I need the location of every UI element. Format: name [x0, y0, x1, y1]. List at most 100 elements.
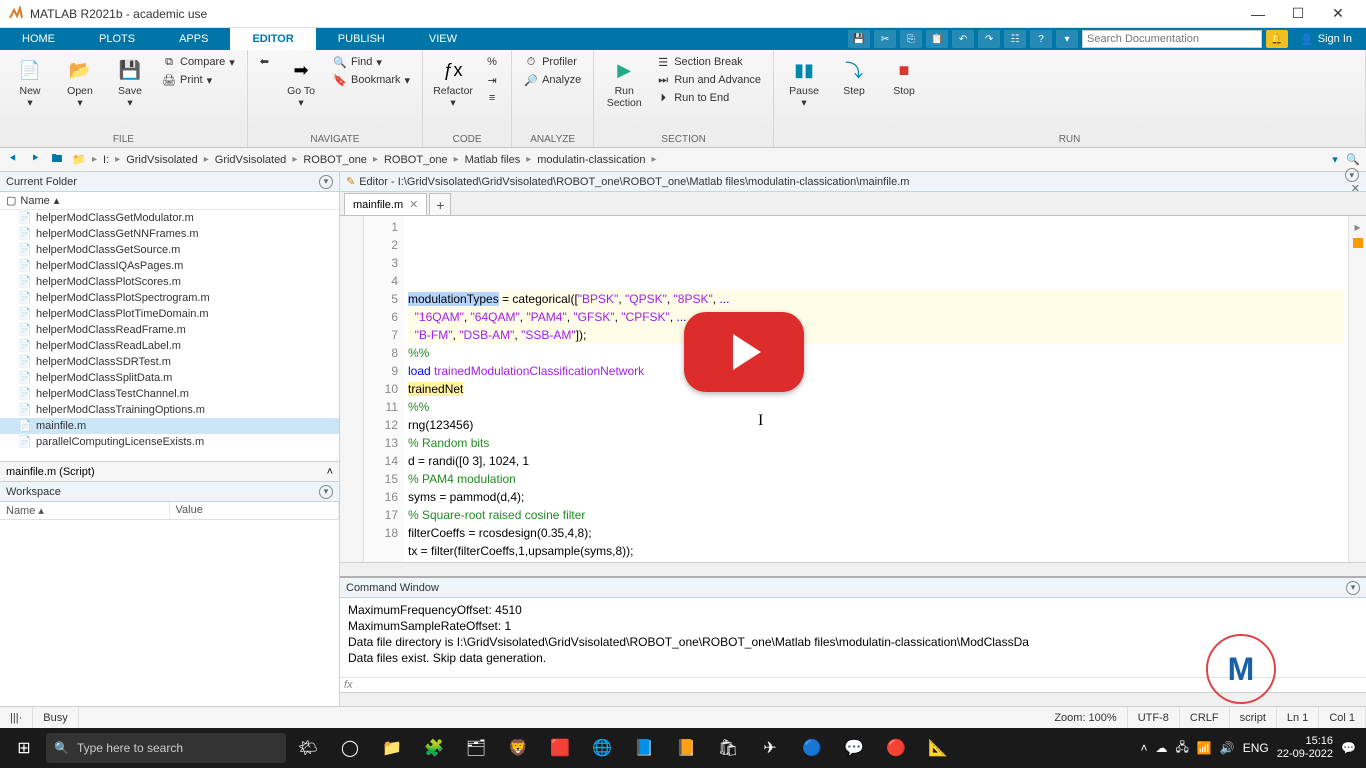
section-break-button[interactable]: ☰Section Break — [652, 54, 765, 70]
find-button[interactable]: 🔍Find ▾ — [329, 54, 414, 70]
file-row[interactable]: 📄parallelComputingLicenseExists.m — [0, 434, 339, 450]
taskbar-search[interactable]: 🔍Type here to search — [46, 733, 286, 763]
nav-back-button[interactable]: ⬅ — [256, 54, 273, 69]
print-button[interactable]: 🖨Print ▾ — [158, 72, 239, 88]
task-view-icon[interactable]: ◯ — [330, 728, 370, 768]
app-icon-1[interactable]: 🧩 — [414, 728, 454, 768]
tab-view[interactable]: VIEW — [407, 28, 479, 50]
workspace-menu-button[interactable]: ▾ — [319, 485, 333, 499]
fold-gutter[interactable] — [340, 216, 364, 562]
minimize-button[interactable]: — — [1238, 0, 1278, 28]
file-row[interactable]: 📄helperModClassReadLabel.m — [0, 338, 339, 354]
app-icon-3[interactable]: 🟥 — [540, 728, 580, 768]
qat-undo-icon[interactable]: ↶ — [952, 30, 974, 48]
qat-cut-icon[interactable]: ✂ — [874, 30, 896, 48]
run-advance-button[interactable]: ⏭Run and Advance — [652, 72, 765, 88]
wifi-icon[interactable]: 📶 — [1197, 741, 1212, 755]
file-row[interactable]: 📄helperModClassTestChannel.m — [0, 386, 339, 402]
code-analyzer-strip[interactable]: ▸ — [1348, 216, 1366, 562]
editor-tab-mainfile[interactable]: mainfile.m✕ — [344, 193, 427, 215]
file-row[interactable]: 📄mainfile.m — [0, 418, 339, 434]
qat-help-icon[interactable]: ? — [1030, 30, 1052, 48]
start-button[interactable]: ⊞ — [4, 728, 44, 768]
path-back-button[interactable]: ⯇ — [4, 151, 22, 169]
stop-button[interactable]: ■Stop — [882, 54, 926, 100]
crumb-4[interactable]: ROBOT_one — [382, 154, 450, 166]
name-column-header[interactable]: ▢ Name ▴ — [0, 192, 339, 210]
file-detail-header[interactable]: mainfile.m (Script)˄ — [0, 462, 339, 482]
ws-col-name[interactable]: Name ▴ — [0, 502, 170, 519]
status-encoding[interactable]: UTF-8 — [1128, 707, 1180, 728]
step-button[interactable]: ⤵Step — [832, 54, 876, 100]
panel-menu-button[interactable]: ▾ — [319, 175, 333, 189]
run-to-end-button[interactable]: ⏵Run to End — [652, 90, 765, 106]
format-button[interactable]: ≡ — [481, 90, 503, 106]
tab-editor[interactable]: EDITOR — [230, 28, 315, 50]
tray-expand-icon[interactable]: ˄ — [1140, 741, 1147, 755]
command-h-scrollbar[interactable] — [340, 692, 1366, 706]
refactor-button[interactable]: ƒxRefactor▾ — [431, 54, 475, 111]
file-row[interactable]: 📄helperModClassTrainingOptions.m — [0, 402, 339, 418]
path-dropdown-button[interactable]: ▾ — [1326, 151, 1344, 169]
word-icon[interactable]: 📘 — [624, 728, 664, 768]
tab-plots[interactable]: PLOTS — [77, 28, 157, 50]
weather-icon[interactable]: 🌤 — [288, 728, 328, 768]
language-indicator[interactable]: ENG — [1243, 741, 1269, 755]
command-menu-button[interactable]: ▾ — [1346, 581, 1360, 595]
telegram-icon[interactable]: ✈ — [750, 728, 790, 768]
store-icon[interactable]: 🛍 — [708, 728, 748, 768]
path-up-button[interactable]: 🖿 — [48, 151, 66, 169]
file-row[interactable]: 📄helperModClassIQAsPages.m — [0, 258, 339, 274]
notifications-tray-icon[interactable]: 💬 — [1341, 741, 1356, 755]
file-row[interactable]: 📄helperModClassSplitData.m — [0, 370, 339, 386]
editor-h-scrollbar[interactable] — [340, 562, 1366, 576]
video-play-button[interactable] — [684, 312, 804, 392]
editor-menu-button[interactable]: ▾ — [1345, 168, 1359, 182]
brave-icon[interactable]: 🦁 — [498, 728, 538, 768]
file-row[interactable]: 📄helperModClassReadFrame.m — [0, 322, 339, 338]
indent-button[interactable]: ⇥ — [481, 72, 503, 88]
tab-apps[interactable]: APPS — [157, 28, 230, 50]
file-row[interactable]: 📄helperModClassPlotScores.m — [0, 274, 339, 290]
crumb-6[interactable]: modulatin-classication — [535, 154, 647, 166]
notifications-icon[interactable]: 🔔 — [1266, 30, 1288, 48]
run-section-button[interactable]: ▶Run Section — [602, 54, 646, 111]
tab-publish[interactable]: PUBLISH — [316, 28, 407, 50]
analyze-button[interactable]: 🔎Analyze — [520, 72, 585, 88]
qat-switch-icon[interactable]: ☷ — [1004, 30, 1026, 48]
new-button[interactable]: 📄New▾ — [8, 54, 52, 111]
edge-icon[interactable]: 🌐 — [582, 728, 622, 768]
file-row[interactable]: 📄helperModClassGetSource.m — [0, 242, 339, 258]
tab-home[interactable]: HOME — [0, 28, 77, 50]
bookmark-button[interactable]: 🔖Bookmark ▾ — [329, 72, 414, 88]
pause-button[interactable]: ▮▮Pause▾ — [782, 54, 826, 111]
file-row[interactable]: 📄helperModClassGetModulator.m — [0, 210, 339, 226]
goto-button[interactable]: ➡Go To▾ — [279, 54, 323, 111]
sign-in-button[interactable]: 👤Sign In — [1292, 33, 1360, 46]
search-documentation-input[interactable] — [1082, 30, 1262, 48]
crumb-3[interactable]: ROBOT_one — [301, 154, 369, 166]
chrome-icon[interactable]: 🔵 — [792, 728, 832, 768]
ws-col-value[interactable]: Value — [170, 502, 340, 519]
powerpoint-icon[interactable]: 📙 — [666, 728, 706, 768]
save-button[interactable]: 💾Save▾ — [108, 54, 152, 111]
qat-copy-icon[interactable]: ⎘ — [900, 30, 922, 48]
file-row[interactable]: 📄helperModClassGetNNFrames.m — [0, 226, 339, 242]
status-line[interactable]: Ln 1 — [1277, 707, 1319, 728]
crumb-0[interactable]: I: — [101, 154, 111, 166]
profiler-button[interactable]: ⏱Profiler — [520, 54, 585, 70]
recorder-icon[interactable]: 🔴 — [876, 728, 916, 768]
taskbar-clock[interactable]: 15:1622-09-2022 — [1277, 735, 1333, 761]
status-zoom[interactable]: Zoom: 100% — [1044, 707, 1127, 728]
file-row[interactable]: 📄helperModClassPlotSpectrogram.m — [0, 290, 339, 306]
path-fwd-button[interactable]: ⯈ — [26, 151, 44, 169]
code-area[interactable]: I modulationTypes = categorical(["BPSK",… — [404, 216, 1348, 562]
editor-add-tab-button[interactable]: + — [429, 193, 451, 215]
cloud-icon[interactable]: ☁ — [1155, 741, 1167, 755]
sound-icon[interactable]: 🔊 — [1220, 741, 1235, 755]
app-icon-2[interactable]: 🗂 — [456, 728, 496, 768]
path-browse-button[interactable]: 📁 — [70, 151, 88, 169]
status-eol[interactable]: CRLF — [1180, 707, 1230, 728]
qat-more-icon[interactable]: ▾ — [1056, 30, 1078, 48]
comment-button[interactable]: % — [481, 54, 503, 70]
